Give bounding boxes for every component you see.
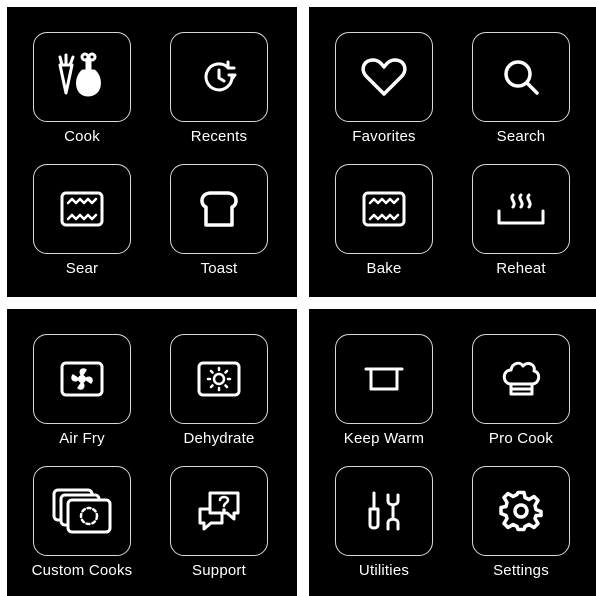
search-label: Search bbox=[496, 128, 546, 145]
support-label: Support bbox=[192, 562, 246, 579]
pro-cook-button[interactable] bbox=[472, 334, 570, 424]
utilities-button[interactable] bbox=[335, 466, 433, 556]
bake-label: Bake bbox=[366, 260, 402, 277]
screen-top-right: Favorites Search Bake Reheat bbox=[309, 7, 596, 297]
favorites-button[interactable] bbox=[335, 32, 433, 122]
reheat-button[interactable] bbox=[472, 164, 570, 254]
tools-icon bbox=[362, 489, 406, 533]
air-fry-label: Air Fry bbox=[59, 430, 105, 447]
cook-label: Cook bbox=[64, 128, 100, 145]
support-button[interactable] bbox=[170, 466, 268, 556]
bread-slice-icon bbox=[197, 189, 241, 229]
toast-label: Toast bbox=[200, 260, 238, 277]
dehydrate-label: Dehydrate bbox=[183, 430, 255, 447]
utilities-label: Utilities bbox=[358, 562, 410, 579]
stacked-cards-icon bbox=[50, 486, 114, 536]
custom-cooks-button[interactable] bbox=[33, 466, 131, 556]
favorites-label: Favorites bbox=[352, 128, 416, 145]
pot-icon bbox=[362, 361, 406, 397]
settings-label: Settings bbox=[493, 562, 549, 579]
sear-label: Sear bbox=[65, 260, 99, 277]
screen-top-left: Cook Recents Sear Toast bbox=[7, 7, 297, 297]
screen-bottom-left: Air Fry Dehydrate Custom Cooks Support bbox=[7, 309, 297, 596]
air-fry-fan-icon bbox=[58, 359, 106, 399]
screen-bottom-right: Keep Warm Pro Cook Utilities Settings bbox=[309, 309, 596, 596]
recents-button[interactable] bbox=[170, 32, 268, 122]
search-icon bbox=[500, 56, 542, 98]
sear-oven-icon bbox=[58, 189, 106, 229]
reheat-label: Reheat bbox=[496, 260, 546, 277]
sear-button[interactable] bbox=[33, 164, 131, 254]
gear-icon bbox=[499, 489, 543, 533]
toast-button[interactable] bbox=[170, 164, 268, 254]
bake-oven-icon bbox=[360, 189, 408, 229]
reheat-steam-icon bbox=[495, 189, 547, 229]
recents-label: Recents bbox=[190, 128, 248, 145]
air-fry-button[interactable] bbox=[33, 334, 131, 424]
support-chat-icon bbox=[194, 489, 244, 533]
keep-warm-label: Keep Warm bbox=[343, 430, 425, 447]
dehydrate-button[interactable] bbox=[170, 334, 268, 424]
cook-button[interactable] bbox=[33, 32, 131, 122]
search-button[interactable] bbox=[472, 32, 570, 122]
settings-button[interactable] bbox=[472, 466, 570, 556]
heart-icon bbox=[360, 56, 408, 98]
clock-history-icon bbox=[199, 57, 239, 97]
dehydrate-sun-icon bbox=[195, 359, 243, 399]
chef-hat-icon bbox=[499, 358, 543, 400]
custom-cooks-label: Custom Cooks bbox=[31, 562, 133, 579]
bake-button[interactable] bbox=[335, 164, 433, 254]
carrot-drumstick-icon bbox=[52, 49, 112, 105]
keep-warm-button[interactable] bbox=[335, 334, 433, 424]
pro-cook-label: Pro Cook bbox=[488, 430, 554, 447]
